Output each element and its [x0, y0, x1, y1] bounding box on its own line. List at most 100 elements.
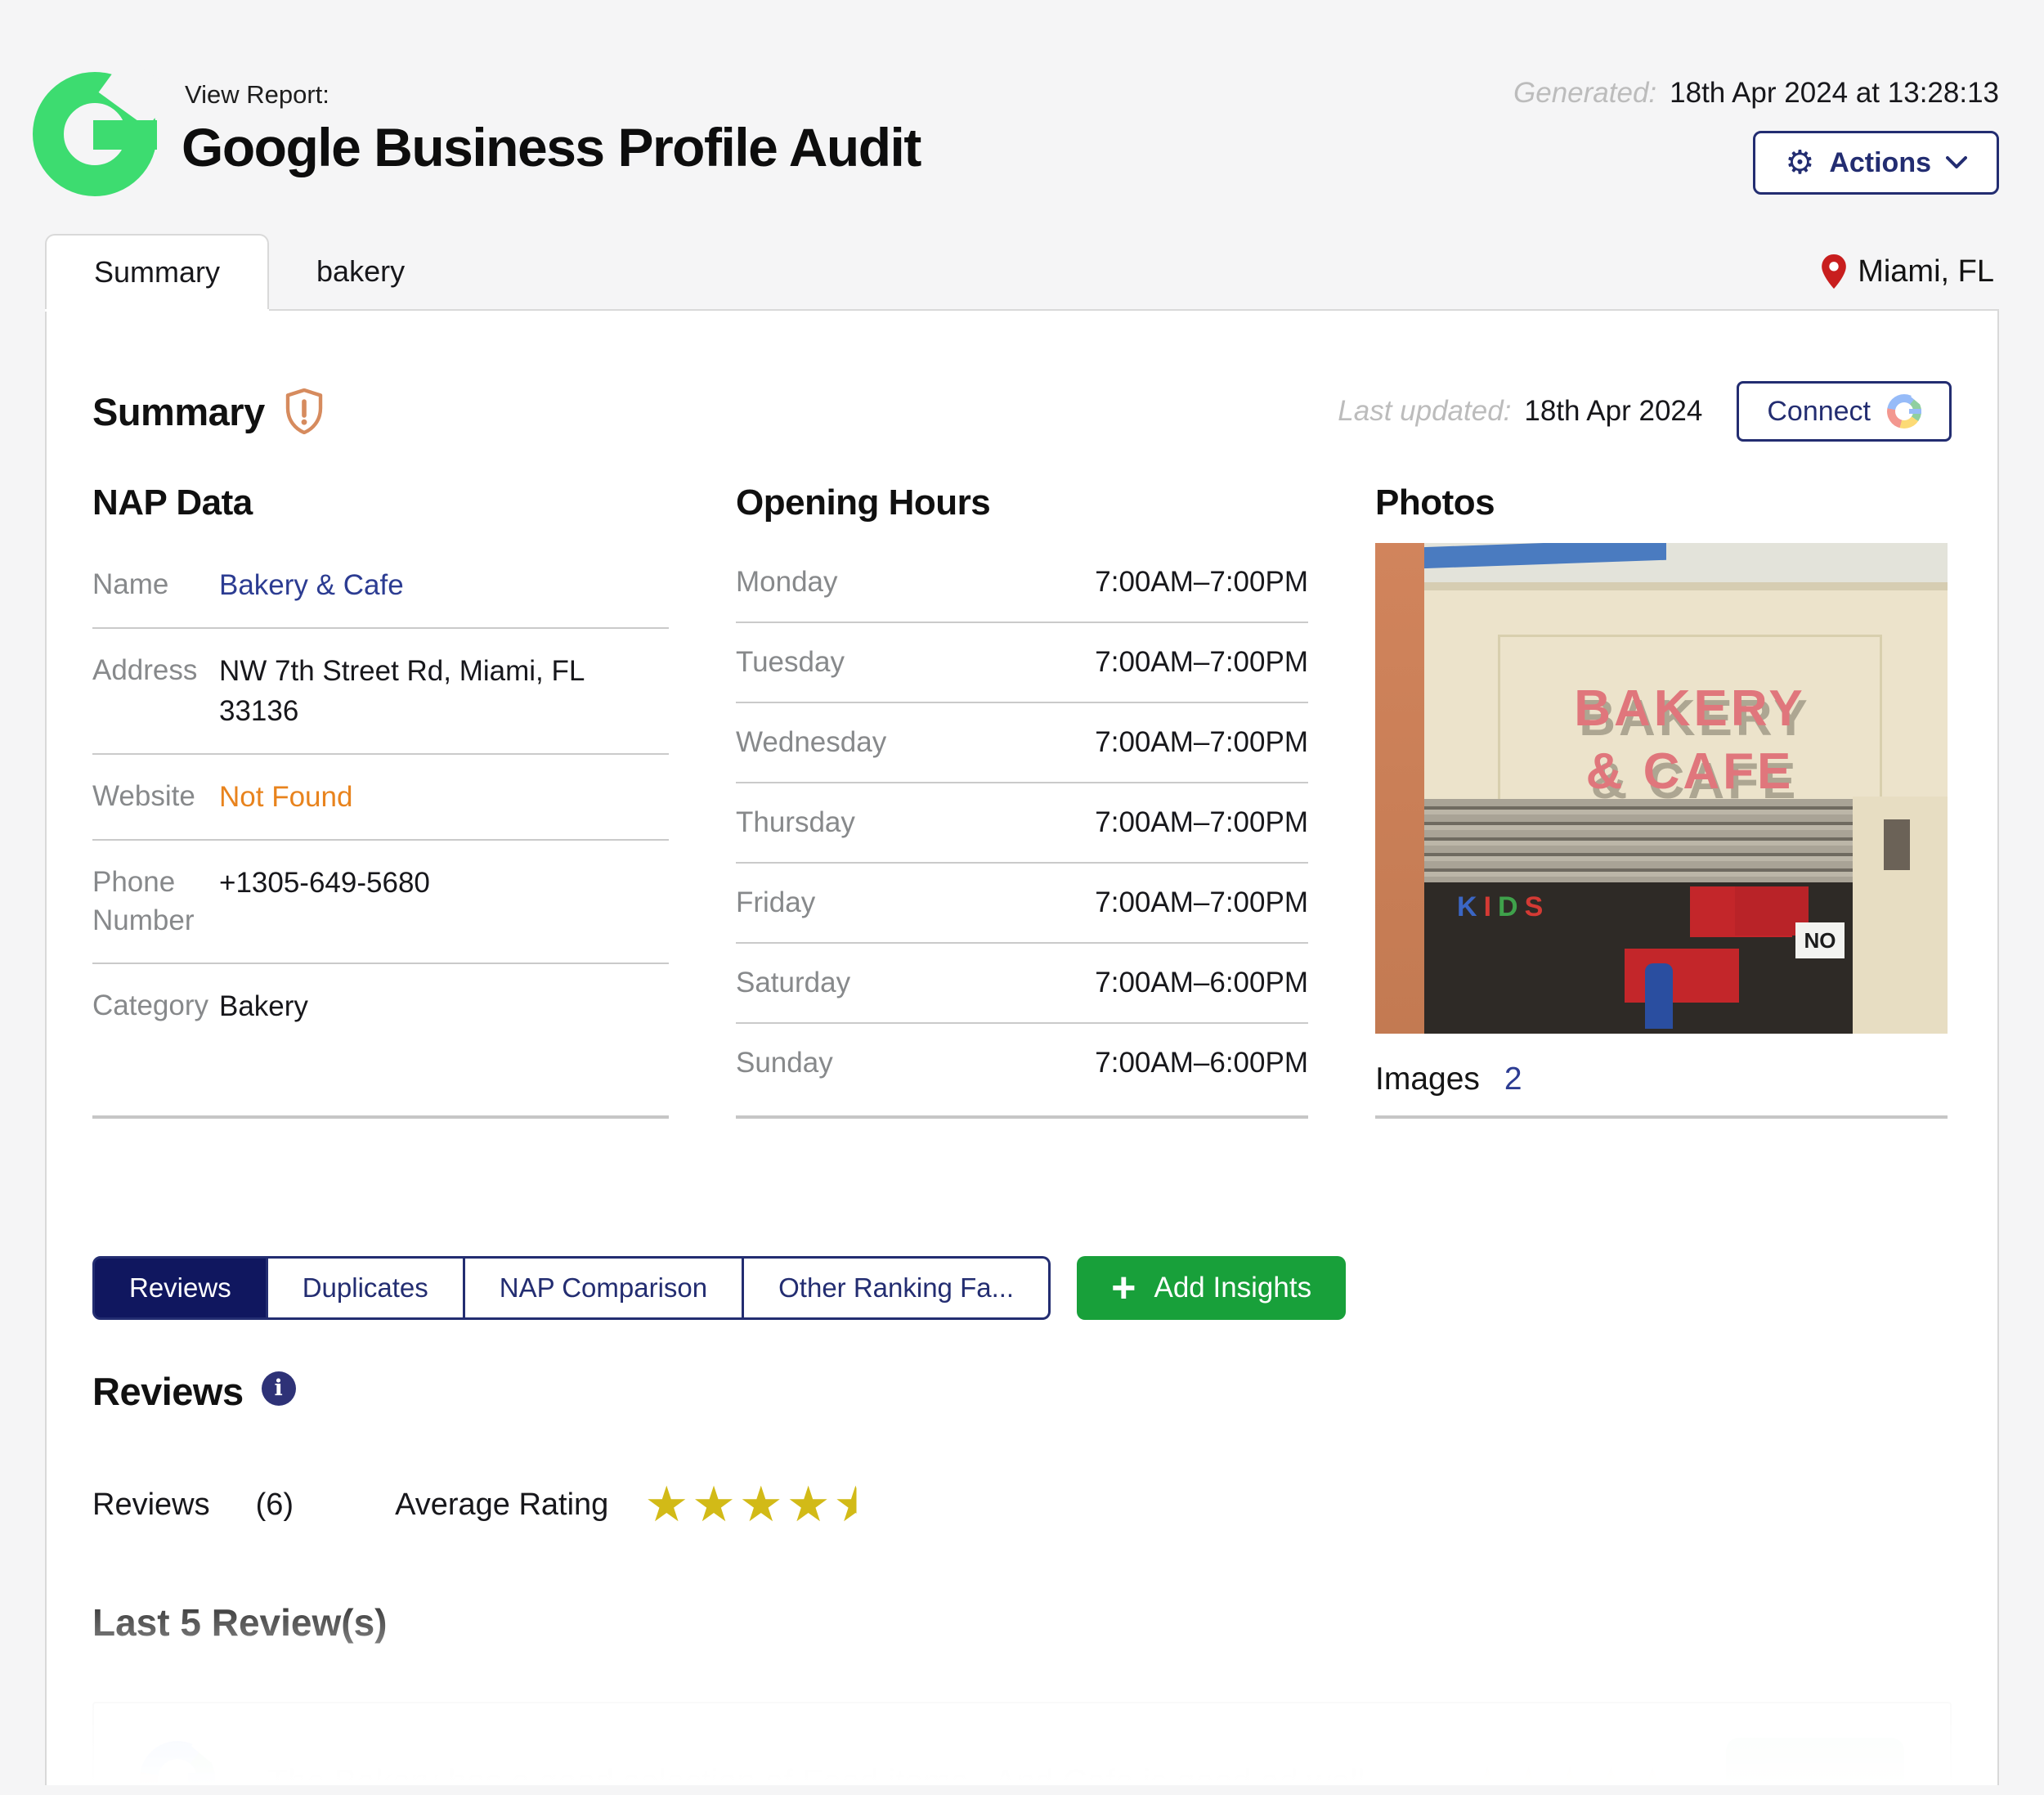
connect-button-label: Connect	[1767, 396, 1871, 428]
nap-label: Address	[92, 651, 219, 731]
star-icon: ★	[1550, 1757, 1589, 1785]
time-value: 7:00AM–7:00PM	[1095, 566, 1308, 599]
time-value: 7:00AM–6:00PM	[1095, 967, 1308, 999]
hours-row: Saturday 7:00AM–6:00PM	[736, 944, 1308, 1024]
reviews-heading: Reviews	[92, 1369, 244, 1414]
connect-google-button[interactable]: Connect	[1737, 381, 1952, 442]
actions-button-label: Actions	[1829, 147, 1931, 179]
review-text: The Bakery has a good selection of Food …	[267, 1741, 1415, 1785]
hours-heading: Opening Hours	[736, 482, 1308, 523]
tab-summary[interactable]: Summary	[45, 234, 269, 309]
brand-g-logo	[33, 72, 157, 196]
insight-tabs: Reviews Duplicates NAP Comparison Other …	[92, 1256, 1952, 1320]
hours-row: Thursday 7:00AM–7:00PM	[736, 783, 1308, 864]
review-card: The Bakery has a good selection of Food …	[92, 1702, 1952, 1785]
shield-alert-icon	[285, 388, 324, 434]
add-insights-button[interactable]: + Add Insights	[1077, 1256, 1346, 1320]
star-icon: ★	[644, 1476, 688, 1533]
nap-row-website: Website Not Found	[92, 755, 669, 841]
view-report-label: View Report:	[185, 80, 921, 110]
opening-hours-section: Opening Hours Monday 7:00AM–7:00PM Tuesd…	[736, 482, 1308, 1119]
view-review-button[interactable]: View Review	[1726, 1738, 1904, 1785]
tab-bakery[interactable]: bakery	[269, 234, 452, 309]
last-updated: Last updated: 18th Apr 2024	[1338, 395, 1702, 428]
images-count[interactable]: 2	[1504, 1061, 1522, 1097]
rating-summary-row: Reviews (6) Average Rating ★★★★★	[92, 1476, 1952, 1533]
hours-row: Tuesday 7:00AM–7:00PM	[736, 623, 1308, 703]
website-status: Not Found	[219, 777, 599, 817]
business-phone: +1305-649-5680	[219, 863, 599, 940]
add-insights-label: Add Insights	[1154, 1272, 1311, 1304]
summary-heading: Summary	[92, 389, 265, 434]
page-header: View Report: Google Business Profile Aud…	[0, 0, 2044, 196]
star-icon: ★	[692, 1476, 736, 1533]
summary-panel: Summary Last updated: 18th Apr 2024 Conne…	[45, 309, 1999, 1785]
nap-row-category: Category Bakery	[92, 964, 669, 1048]
reviews-count-value: (6)	[256, 1488, 294, 1523]
report-location: Miami, FL	[1822, 254, 1999, 289]
sign-text-line1: BAKERY	[1574, 680, 1806, 738]
photo-window-text: KIDS	[1457, 891, 1549, 923]
time-value: 7:00AM–6:00PM	[1095, 1047, 1308, 1079]
half-star-icon: ★	[834, 1476, 878, 1533]
last-updated-value: 18th Apr 2024	[1524, 395, 1702, 427]
photo-pillar	[1375, 543, 1424, 1034]
day-label: Monday	[736, 566, 838, 599]
star-icon: ★	[1591, 1757, 1630, 1785]
nap-row-name: Name Bakery & Cafe	[92, 543, 669, 629]
nap-row-address: Address NW 7th Street Rd, Miami, FL 3313…	[92, 629, 669, 755]
business-category: Bakery	[219, 986, 599, 1026]
hours-row: Wednesday 7:00AM–7:00PM	[736, 703, 1308, 783]
photos-heading: Photos	[1375, 482, 1948, 523]
tab-other-ranking-factors[interactable]: Other Ranking Fa...	[744, 1256, 1051, 1320]
nap-label: Name	[92, 565, 219, 605]
photo-no-sign: NO	[1795, 922, 1845, 958]
plus-icon: +	[1111, 1269, 1136, 1308]
day-label: Wednesday	[736, 726, 886, 759]
star-icon: ★	[1508, 1757, 1548, 1785]
last-updated-label: Last updated:	[1338, 395, 1511, 427]
generated-value: 18th Apr 2024 at 13:28:13	[1670, 77, 1999, 109]
images-count-row: Images 2	[1375, 1061, 1948, 1115]
star-icon: ★	[1468, 1757, 1507, 1785]
business-address: NW 7th Street Rd, Miami, FL 33136	[219, 651, 599, 731]
nap-heading: NAP Data	[92, 482, 669, 523]
location-label: Miami, FL	[1858, 254, 1994, 289]
star-icon: ★	[739, 1476, 783, 1533]
gear-icon: ⚙	[1785, 146, 1814, 179]
business-photo[interactable]: BAKERY & CAFE KIDS NO	[1375, 543, 1948, 1034]
nap-label: Category	[92, 986, 219, 1026]
review-stars: ★★★★★	[1468, 1741, 1674, 1785]
chevron-down-icon	[1946, 156, 1967, 169]
day-label: Tuesday	[736, 646, 845, 679]
star-icon: ★	[1633, 1757, 1672, 1785]
nap-label: Website	[92, 777, 219, 817]
time-value: 7:00AM–7:00PM	[1095, 646, 1308, 679]
tab-nap-comparison[interactable]: NAP Comparison	[465, 1256, 744, 1320]
reviews-count-label: Reviews	[92, 1488, 210, 1523]
photos-section: Photos BAKERY & CAFE KIDS NO	[1375, 482, 1948, 1119]
nap-label: Phone Number	[92, 863, 219, 940]
page-title: Google Business Profile Audit	[182, 116, 921, 178]
report-tabbar: Summary bakery Miami, FL	[45, 234, 1999, 309]
map-pin-icon	[1822, 254, 1846, 289]
last-reviews-heading: Last 5 Review(s)	[92, 1600, 1952, 1645]
google-g-icon	[1887, 394, 1921, 429]
day-label: Sunday	[736, 1047, 833, 1079]
tab-reviews[interactable]: Reviews	[92, 1256, 268, 1320]
tab-duplicates[interactable]: Duplicates	[268, 1256, 465, 1320]
sign-text-line2: & CAFE	[1586, 743, 1795, 801]
time-value: 7:00AM–7:00PM	[1095, 886, 1308, 919]
google-g-icon	[140, 1741, 215, 1785]
hours-row: Monday 7:00AM–7:00PM	[736, 543, 1308, 623]
generated-label: Generated:	[1513, 77, 1656, 109]
star-icon: ★	[787, 1476, 831, 1533]
day-label: Friday	[736, 886, 815, 919]
photo-awning	[1424, 799, 1853, 882]
business-name-link[interactable]: Bakery & Cafe	[219, 565, 599, 605]
actions-button[interactable]: ⚙ Actions	[1753, 131, 1999, 195]
time-value: 7:00AM–7:00PM	[1095, 726, 1308, 759]
info-icon[interactable]: i	[262, 1371, 296, 1406]
hours-row: Friday 7:00AM–7:00PM	[736, 864, 1308, 944]
average-rating-stars: ★★★★★	[644, 1476, 881, 1533]
